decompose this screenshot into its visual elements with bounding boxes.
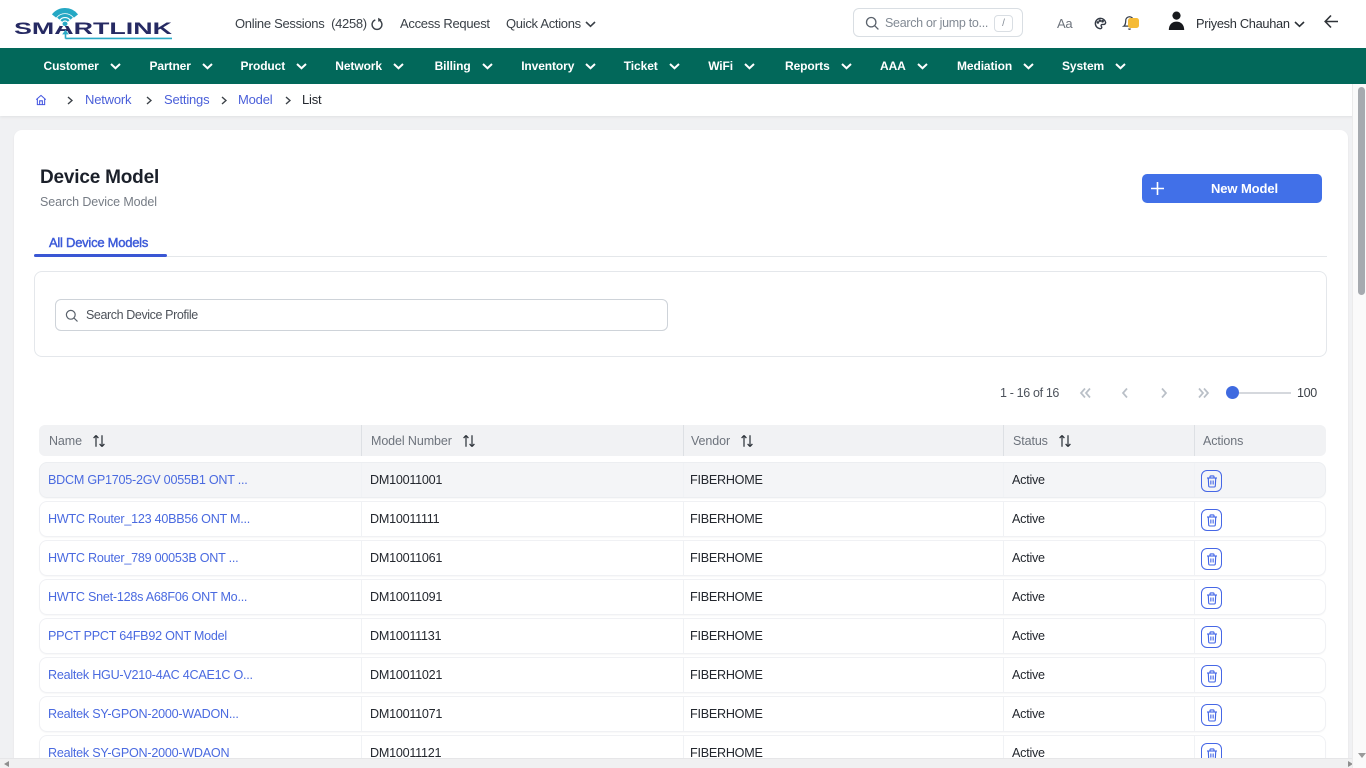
svg-text:SMARTLINK: SMARTLINK [14,20,172,38]
